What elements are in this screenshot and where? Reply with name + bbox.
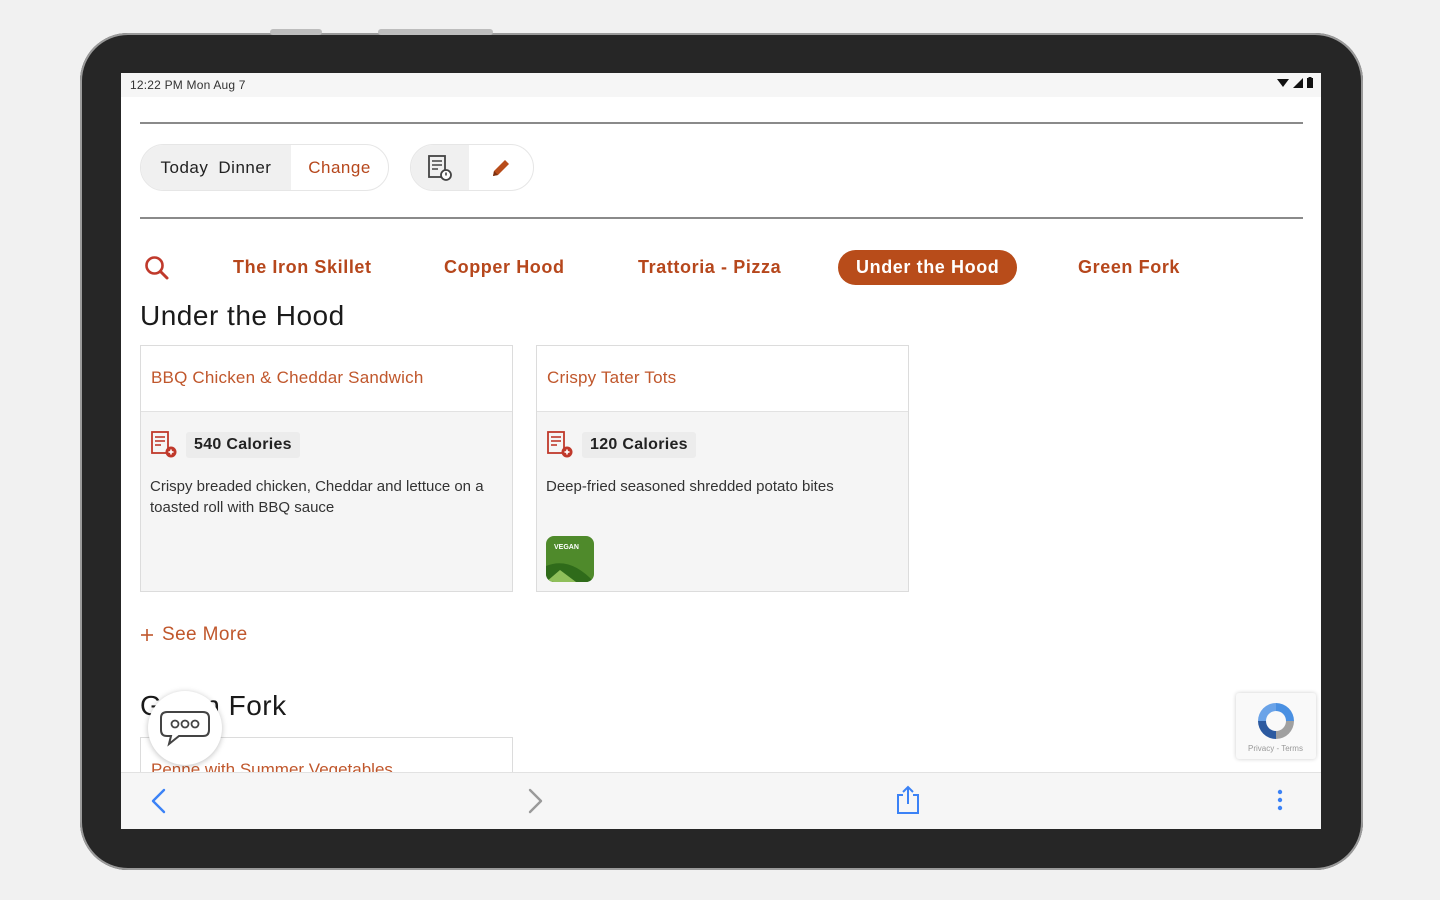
status-time: 12:22 PM Mon Aug 7 xyxy=(130,78,246,92)
wifi-icon xyxy=(1277,78,1289,87)
chat-icon xyxy=(160,711,210,747)
back-icon xyxy=(151,788,166,814)
nav-item-under-the-hood[interactable]: Under the Hood xyxy=(838,250,1018,285)
station-nav: The Iron Skillet Copper Hood Trattoria -… xyxy=(121,250,1321,286)
nav-item-copper-hood[interactable]: Copper Hood xyxy=(426,250,583,285)
nav-item-trattoria-pizza[interactable]: Trattoria - Pizza xyxy=(620,250,799,285)
nutrition-icon xyxy=(428,154,452,181)
calories-badge: 120 Calories xyxy=(582,432,696,458)
share-button[interactable] xyxy=(894,784,922,821)
vegan-label: VEGAN xyxy=(554,544,579,551)
divider xyxy=(140,217,1303,219)
vegan-leaf-icon xyxy=(546,563,594,582)
menu-item-description: Crispy breaded chicken, Cheddar and lett… xyxy=(150,478,484,516)
signal-icon xyxy=(1293,77,1303,88)
screen: 12:22 PM Mon Aug 7 Today Dinner Change T… xyxy=(121,73,1321,829)
section-title: Under the Hood xyxy=(140,300,345,331)
calories-row: 540 Calories xyxy=(150,430,300,460)
forward-icon xyxy=(528,788,543,814)
status-icons xyxy=(1277,77,1313,88)
back-button[interactable] xyxy=(148,787,170,820)
battery-icon xyxy=(1307,77,1313,88)
recaptcha-icon xyxy=(1258,703,1294,739)
menu-item-description: Deep-fried seasoned shredded potato bite… xyxy=(546,478,834,495)
tool-buttons xyxy=(410,144,534,191)
calories-row: 120 Calories xyxy=(546,430,696,460)
nutrition-icon xyxy=(547,431,573,458)
nutrition-button[interactable] xyxy=(411,145,469,190)
pencil-icon xyxy=(493,159,509,176)
chat-button[interactable] xyxy=(148,691,222,765)
vegan-badge: VEGAN xyxy=(546,536,594,582)
menu-item-card[interactable]: Crispy Tater Tots 120 Calories Deep-frie… xyxy=(536,345,909,592)
meal-label: Dinner xyxy=(218,157,272,177)
share-icon xyxy=(897,785,919,814)
menu-item-card[interactable]: BBQ Chicken & Cheddar Sandwich 540 Calor… xyxy=(140,345,513,592)
more-icon xyxy=(1277,789,1283,811)
plus-icon xyxy=(141,629,153,641)
menu-item-name[interactable]: Crispy Tater Tots xyxy=(537,346,908,412)
status-bar: 12:22 PM Mon Aug 7 xyxy=(121,73,1321,97)
calories-badge: 540 Calories xyxy=(186,432,300,458)
search-icon xyxy=(145,256,169,280)
nav-item-iron-skillet[interactable]: The Iron Skillet xyxy=(215,250,390,285)
edit-button[interactable] xyxy=(469,145,533,190)
search-button[interactable] xyxy=(144,255,170,286)
forward-button[interactable] xyxy=(524,787,546,820)
more-button[interactable] xyxy=(1273,787,1287,820)
menu-item-name[interactable]: BBQ Chicken & Cheddar Sandwich xyxy=(141,346,512,412)
nav-item-green-fork[interactable]: Green Fork xyxy=(1060,250,1198,285)
recaptcha-terms[interactable]: Privacy - Terms xyxy=(1248,744,1303,753)
meal-selector: Today Dinner Change xyxy=(140,144,389,191)
change-button[interactable]: Change xyxy=(291,145,388,190)
nutrition-icon xyxy=(151,431,177,458)
divider xyxy=(140,122,1303,124)
see-more-link[interactable]: See More xyxy=(140,624,248,646)
browser-toolbar xyxy=(121,772,1321,829)
recaptcha-badge[interactable]: Privacy - Terms xyxy=(1236,693,1316,759)
day-label: Today xyxy=(160,157,209,177)
hardware-button xyxy=(378,29,493,35)
see-more-label: See More xyxy=(162,624,248,645)
hardware-button xyxy=(270,29,322,35)
meal-period-display: Today Dinner xyxy=(141,145,291,190)
